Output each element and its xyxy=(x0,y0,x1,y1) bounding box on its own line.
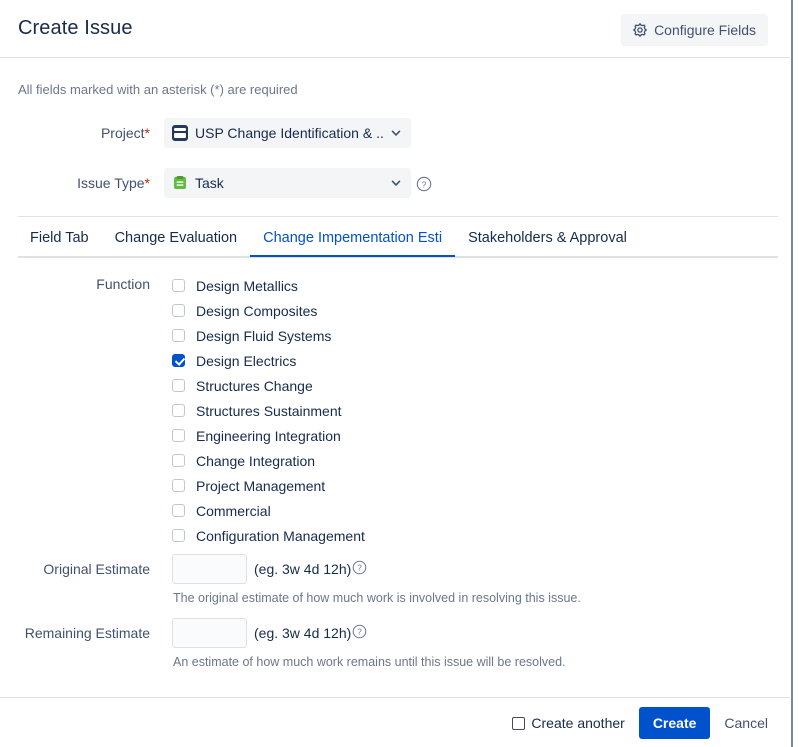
gear-icon xyxy=(633,23,648,37)
original-estimate-label: Original Estimate xyxy=(43,561,150,577)
configure-fields-button[interactable]: Configure Fields xyxy=(621,14,768,46)
checkbox-label: Design Metallics xyxy=(196,277,298,294)
configure-fields-label: Configure Fields xyxy=(654,22,756,38)
dialog-footer: Create another Create Cancel xyxy=(0,697,790,747)
tab-field-tab[interactable]: Field Tab xyxy=(18,230,102,255)
scrollbar-thumb[interactable] xyxy=(791,0,793,747)
checkbox-change-integration[interactable]: Change Integration xyxy=(172,448,365,473)
project-avatar-icon xyxy=(172,125,188,141)
remaining-estimate-hint: (eg. 3w 4d 12h) xyxy=(254,625,352,641)
checkbox-box[interactable] xyxy=(172,529,185,542)
footer-actions: Create another Create Cancel xyxy=(512,698,768,747)
checkbox-box[interactable] xyxy=(172,279,185,292)
checkbox-box[interactable] xyxy=(172,379,185,392)
checkbox-box[interactable] xyxy=(172,354,185,367)
function-checkbox-group: Design Metallics Design Composites Desig… xyxy=(172,273,365,548)
checkbox-label: Structures Change xyxy=(196,377,313,394)
svg-text:?: ? xyxy=(422,179,427,189)
checkbox-label: Design Fluid Systems xyxy=(196,327,332,344)
issue-type-label: Issue Type* xyxy=(77,175,150,191)
remaining-estimate-input[interactable] xyxy=(172,618,247,648)
create-issue-dialog: Create Issue Configure Fields All fields… xyxy=(0,0,799,747)
checkbox-box[interactable] xyxy=(172,404,185,417)
remaining-estimate-help-icon[interactable]: ? xyxy=(352,624,367,639)
issue-type-field-row: Issue Type* Task ? xyxy=(0,168,790,200)
form-tabs: Field Tab Change Evaluation Change Impem… xyxy=(18,230,778,258)
page-title: Create Issue xyxy=(18,17,133,39)
checkbox-configuration-management[interactable]: Configuration Management xyxy=(172,523,365,548)
chevron-down-icon xyxy=(384,177,402,189)
checkbox-label: Design Electrics xyxy=(196,352,297,369)
issue-type-required-star: * xyxy=(144,175,150,191)
checkbox-box[interactable] xyxy=(172,329,185,342)
checkbox-label: Engineering Integration xyxy=(196,427,341,444)
original-estimate-hint: (eg. 3w 4d 12h) xyxy=(254,561,352,577)
checkbox-box[interactable] xyxy=(172,504,185,517)
function-label: Function xyxy=(96,276,150,292)
project-select[interactable]: USP Change Identification & ... xyxy=(164,118,411,148)
checkbox-label: Project Management xyxy=(196,477,326,494)
create-another-checkbox[interactable]: Create another xyxy=(512,715,625,731)
required-fields-note: All fields marked with an asterisk (*) a… xyxy=(18,82,298,97)
checkbox-design-electrics[interactable]: Design Electrics xyxy=(172,348,365,373)
cancel-link[interactable]: Cancel xyxy=(724,715,768,731)
project-label: Project* xyxy=(100,125,150,141)
checkbox-label: Commercial xyxy=(196,502,271,519)
tab-stakeholders-approval[interactable]: Stakeholders & Approval xyxy=(455,230,640,255)
project-selected-value: USP Change Identification & ... xyxy=(195,125,384,141)
checkbox-label: Configuration Management xyxy=(196,527,365,544)
checkbox-box[interactable] xyxy=(172,429,185,442)
project-required-star: * xyxy=(144,125,150,141)
issue-type-selected-value: Task xyxy=(195,175,224,191)
project-field-row: Project* USP Change Identification & ... xyxy=(0,118,790,150)
chevron-down-icon xyxy=(384,127,402,139)
remaining-estimate-label: Remaining Estimate xyxy=(24,625,150,641)
checkbox-structures-sustainment[interactable]: Structures Sustainment xyxy=(172,398,365,423)
issue-type-help-icon[interactable]: ? xyxy=(416,176,432,192)
create-another-label: Create another xyxy=(531,715,625,731)
checkbox-label: Design Composites xyxy=(196,302,318,319)
checkbox-design-metallics[interactable]: Design Metallics xyxy=(172,273,365,298)
original-estimate-input[interactable] xyxy=(172,554,247,584)
dialog-body: All fields marked with an asterisk (*) a… xyxy=(0,58,790,697)
svg-text:?: ? xyxy=(357,628,362,637)
checkbox-project-management[interactable]: Project Management xyxy=(172,473,365,498)
remaining-estimate-description: An estimate of how much work remains unt… xyxy=(173,655,566,669)
checkbox-engineering-integration[interactable]: Engineering Integration xyxy=(172,423,365,448)
checkbox-structures-change[interactable]: Structures Change xyxy=(172,373,365,398)
issue-type-select[interactable]: Task xyxy=(164,168,411,198)
original-estimate-help-icon[interactable]: ? xyxy=(352,560,367,575)
checkbox-commercial[interactable]: Commercial xyxy=(172,498,365,523)
checkbox-box[interactable] xyxy=(172,479,185,492)
dialog-header: Create Issue Configure Fields xyxy=(0,0,790,58)
checkbox-box[interactable] xyxy=(512,716,526,730)
checkbox-label: Structures Sustainment xyxy=(196,402,342,419)
checkbox-label: Change Integration xyxy=(196,452,316,469)
task-type-icon xyxy=(172,175,188,191)
checkbox-design-composites[interactable]: Design Composites xyxy=(172,298,365,323)
tab-change-implementation-estimate[interactable]: Change Impementation Esti xyxy=(250,230,456,257)
checkbox-design-fluid-systems[interactable]: Design Fluid Systems xyxy=(172,323,365,348)
tab-change-evaluation[interactable]: Change Evaluation xyxy=(102,230,251,255)
original-estimate-description: The original estimate of how much work i… xyxy=(173,591,581,605)
svg-text:?: ? xyxy=(357,564,362,573)
checkbox-box[interactable] xyxy=(172,454,185,467)
vertical-scrollbar[interactable] xyxy=(790,0,799,747)
checkbox-box[interactable] xyxy=(172,304,185,317)
create-button[interactable]: Create xyxy=(638,707,711,739)
section-divider xyxy=(18,216,778,217)
